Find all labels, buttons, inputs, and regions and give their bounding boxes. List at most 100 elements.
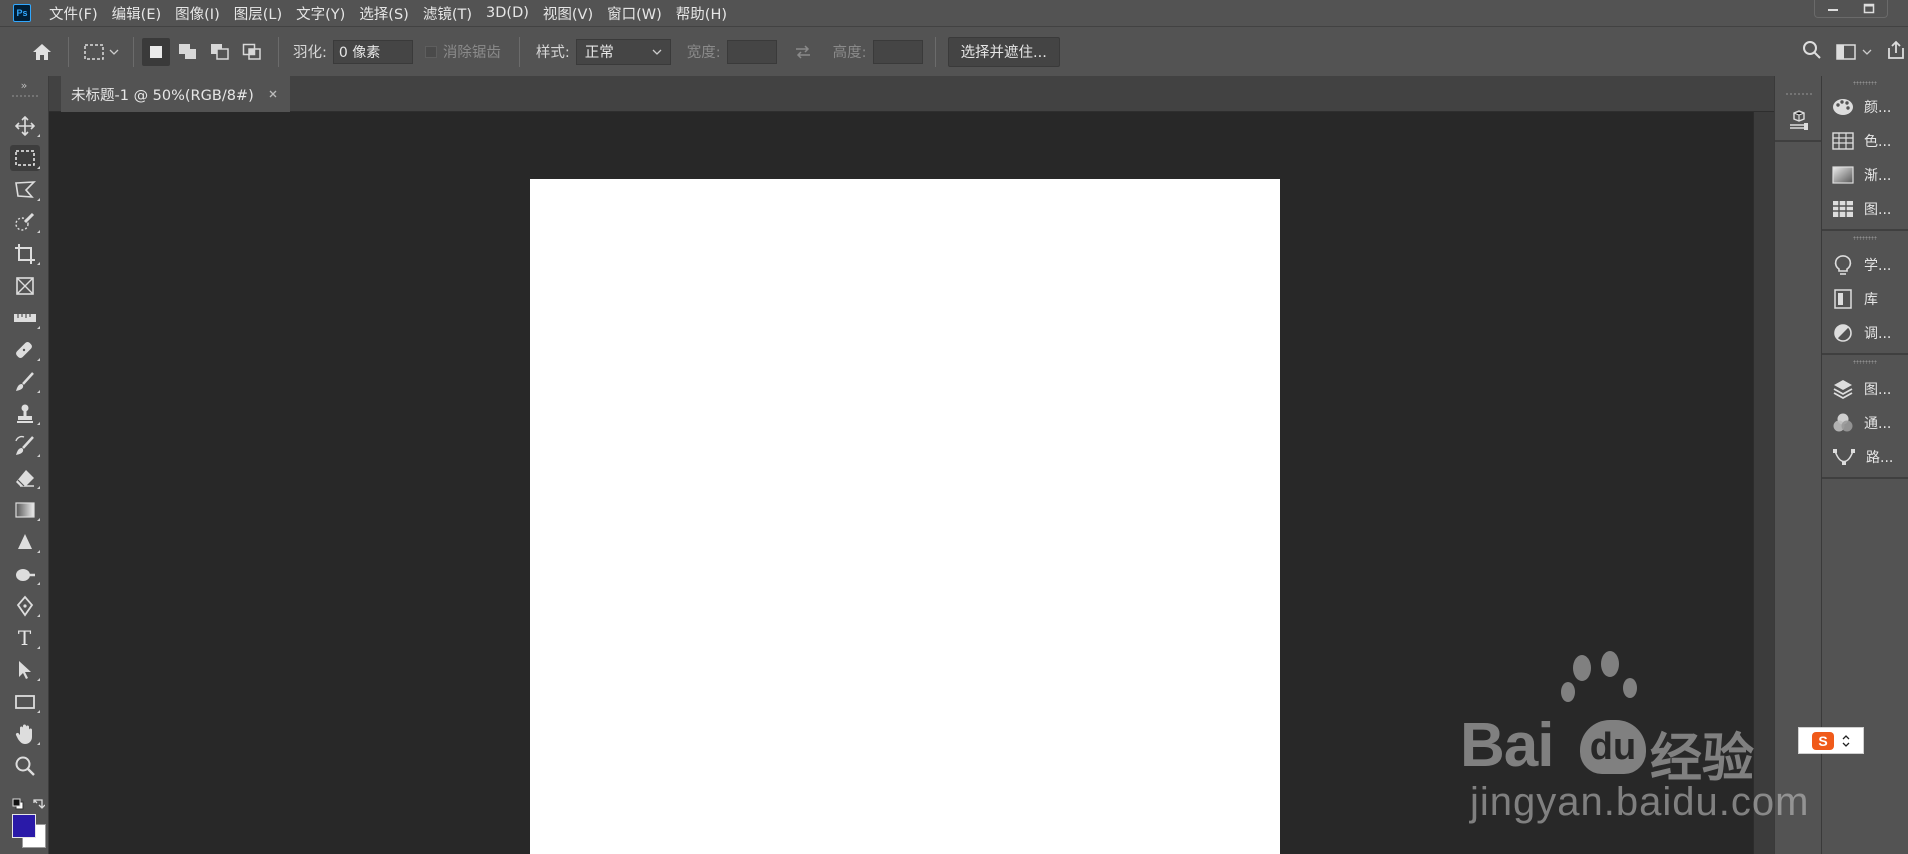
chevron-down-icon <box>1862 49 1872 55</box>
bandage-icon <box>15 342 32 358</box>
move-icon <box>14 116 35 136</box>
brush-tool[interactable] <box>0 367 49 397</box>
foreground-color-swatch[interactable] <box>12 814 36 838</box>
gradient-tool[interactable] <box>0 495 49 525</box>
brush-icon <box>15 372 34 391</box>
intersect-selection-button[interactable] <box>238 38 266 66</box>
quick-select-tool[interactable] <box>0 207 49 237</box>
healing-tool[interactable] <box>0 335 49 365</box>
pen-tool[interactable] <box>0 591 49 621</box>
ime-toolbar[interactable]: S <box>1798 727 1864 754</box>
menu-select[interactable]: 选择(S) <box>359 3 409 24</box>
color-panel-tab[interactable]: 颜... <box>1822 90 1908 124</box>
width-input <box>726 39 777 64</box>
hand-tool[interactable] <box>0 719 49 749</box>
frame-tool[interactable] <box>0 271 49 301</box>
type-tool[interactable]: T <box>0 623 49 653</box>
zoom-icon <box>15 756 35 776</box>
stamp-icon <box>16 404 33 423</box>
layers-panel-label: 图... <box>1864 382 1892 398</box>
adjustments-panel-tab[interactable]: 调... <box>1822 316 1908 350</box>
menu-help[interactable]: 帮助(H) <box>676 3 727 24</box>
feather-input[interactable]: 0 像素 <box>332 39 413 64</box>
menu-window[interactable]: 窗口(W) <box>607 3 662 24</box>
add-selection-button[interactable] <box>174 38 202 66</box>
polygon-lasso-icon <box>14 181 36 198</box>
document-canvas[interactable] <box>530 179 1280 854</box>
libraries-panel-tab[interactable]: 库 <box>1822 282 1908 316</box>
workspace-button[interactable] <box>1836 44 1872 60</box>
dodge-tool[interactable] <box>0 559 49 589</box>
subtract-selection-button[interactable] <box>206 38 234 66</box>
new-selection-button[interactable] <box>142 37 170 66</box>
close-icon[interactable] <box>268 89 278 99</box>
lasso-tool[interactable] <box>0 175 49 205</box>
height-input <box>872 39 923 64</box>
paths-panel-label: 路... <box>1866 450 1894 466</box>
patterns-panel-tab[interactable]: 图... <box>1822 192 1908 226</box>
swatches-panel-tab[interactable]: 色... <box>1822 124 1908 158</box>
document-tab[interactable]: 未标题-1 @ 50%(RGB/8#) <box>61 76 290 112</box>
path-select-tool[interactable] <box>0 655 49 685</box>
menu-view[interactable]: 视图(V) <box>543 3 593 24</box>
gradient-panel-icon <box>1832 166 1854 184</box>
swap-colors-button[interactable] <box>32 798 46 815</box>
workspace-icon <box>1836 44 1856 60</box>
share-button[interactable] <box>1886 40 1906 64</box>
divider <box>934 36 936 67</box>
minimize-button[interactable] <box>1815 0 1851 17</box>
menu-bar: Ps 文件(F) 编辑(E) 图像(I) 图层(L) 文字(Y) 选择(S) 滤… <box>0 0 1908 26</box>
pattern-icon <box>1833 201 1853 217</box>
rect-marquee-icon <box>14 150 35 166</box>
menu-edit[interactable]: 编辑(E) <box>112 3 161 24</box>
arrow-icon <box>18 661 31 679</box>
palette-icon <box>1833 99 1853 115</box>
menu-image[interactable]: 图像(I) <box>175 3 220 24</box>
menu-file[interactable]: 文件(F) <box>49 3 98 24</box>
paths-icon <box>1833 449 1855 465</box>
tools-panel: » T <box>0 76 49 854</box>
blur-tool[interactable] <box>0 527 49 557</box>
paths-panel-tab[interactable]: 路... <box>1822 440 1908 474</box>
grip-icon <box>12 95 38 97</box>
style-select[interactable]: 正常 <box>575 38 671 65</box>
home-button[interactable] <box>22 32 62 72</box>
tool-preset-picker[interactable] <box>83 43 119 61</box>
history-brush-tool[interactable] <box>0 431 49 461</box>
layers-panel-tab[interactable]: 图... <box>1822 372 1908 406</box>
antialias-checkbox[interactable]: 消除锯齿 <box>424 41 507 62</box>
channels-panel-tab[interactable]: 通... <box>1822 406 1908 440</box>
gradients-panel-tab[interactable]: 渐... <box>1822 158 1908 192</box>
share-icon <box>1888 40 1904 59</box>
default-colors-button[interactable] <box>12 798 24 814</box>
rectangle-tool[interactable] <box>0 687 49 717</box>
divider <box>1775 140 1821 142</box>
menu-filter[interactable]: 滤镜(T) <box>423 3 472 24</box>
default-colors-icon <box>12 798 24 810</box>
search-icon <box>1803 41 1821 59</box>
divider <box>133 36 134 67</box>
options-bar: 羽化: 0 像素 消除锯齿 样式: 正常 宽度: 高度: 选择并遮住... <box>0 26 1908 76</box>
crop-tool[interactable] <box>0 239 49 269</box>
zoom-tool[interactable] <box>0 751 49 781</box>
menu-layer[interactable]: 图层(L) <box>234 3 282 24</box>
antialias-label: 消除锯齿 <box>442 45 501 61</box>
marquee-tool[interactable] <box>0 143 49 173</box>
select-and-mask-button[interactable]: 选择并遮住... <box>947 36 1060 67</box>
maximize-button[interactable] <box>1851 0 1887 17</box>
channels-icon <box>1833 413 1853 432</box>
search-button[interactable] <box>1802 40 1822 64</box>
tools-collapse-icon[interactable]: » <box>0 76 48 94</box>
ruler-tool[interactable] <box>0 303 49 333</box>
chevron-down-icon <box>109 49 119 55</box>
ruler-icon <box>13 314 36 322</box>
menu-type[interactable]: 文字(Y) <box>296 3 345 24</box>
move-tool[interactable] <box>0 111 49 141</box>
eraser-tool[interactable] <box>0 463 49 493</box>
sogou-ime-icon: S <box>1812 731 1834 750</box>
feather-label: 羽化: <box>293 45 327 61</box>
stamp-tool[interactable] <box>0 399 49 429</box>
menu-3d[interactable]: 3D(D) <box>486 5 529 21</box>
3d-panel-button[interactable] <box>1783 104 1815 136</box>
learn-panel-tab[interactable]: 学... <box>1822 248 1908 282</box>
